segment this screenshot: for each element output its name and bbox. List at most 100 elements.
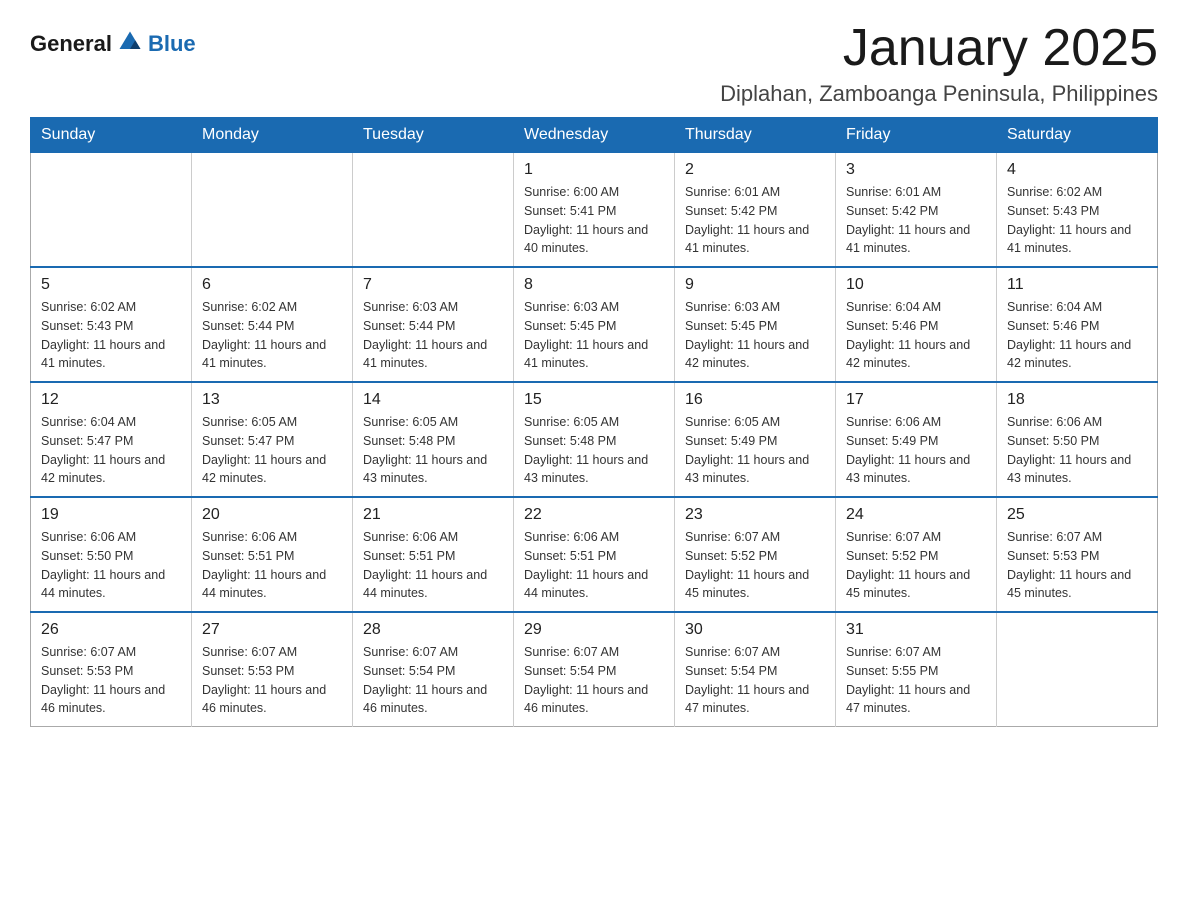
location-subtitle: Diplahan, Zamboanga Peninsula, Philippin… (720, 81, 1158, 107)
day-info: Sunrise: 6:07 AMSunset: 5:53 PMDaylight:… (202, 643, 342, 718)
day-info: Sunrise: 6:07 AMSunset: 5:53 PMDaylight:… (1007, 528, 1147, 603)
day-number: 20 (202, 506, 342, 524)
day-number: 17 (846, 391, 986, 409)
calendar-day-cell: 20 Sunrise: 6:06 AMSunset: 5:51 PMDayligh… (192, 497, 353, 612)
day-info: Sunrise: 6:00 AMSunset: 5:41 PMDaylight:… (524, 183, 664, 258)
calendar-week-row: 1 Sunrise: 6:00 AMSunset: 5:41 PMDaylight… (31, 153, 1158, 268)
day-number: 9 (685, 276, 825, 294)
day-number: 21 (363, 506, 503, 524)
day-info: Sunrise: 6:07 AMSunset: 5:54 PMDaylight:… (524, 643, 664, 718)
calendar-day-cell (192, 153, 353, 268)
page-header: General Blue January 2025 Diplahan, Zamb… (30, 20, 1158, 107)
title-block: January 2025 Diplahan, Zamboanga Peninsu… (720, 20, 1158, 107)
calendar-day-cell: 19Sunrise: 6:06 AMSunset: 5:50 PMDayligh… (31, 497, 192, 612)
calendar-day-header: Sunday (31, 118, 192, 153)
calendar-day-cell (31, 153, 192, 268)
calendar-day-cell: 7 Sunrise: 6:03 AMSunset: 5:44 PMDaylight… (353, 267, 514, 382)
day-number: 29 (524, 621, 664, 639)
day-info: Sunrise: 6:05 AMSunset: 5:49 PMDaylight:… (685, 413, 825, 488)
day-number: 1 (524, 161, 664, 179)
day-info: Sunrise: 6:03 AMSunset: 5:44 PMDaylight:… (363, 298, 503, 373)
day-number: 16 (685, 391, 825, 409)
day-info: Sunrise: 6:04 AMSunset: 5:46 PMDaylight:… (1007, 298, 1147, 373)
calendar-day-header: Thursday (675, 118, 836, 153)
calendar-day-cell: 15 Sunrise: 6:05 AMSunset: 5:48 PMDayligh… (514, 382, 675, 497)
calendar-day-cell: 22Sunrise: 6:06 AMSunset: 5:51 PMDayligh… (514, 497, 675, 612)
day-info: Sunrise: 6:07 AMSunset: 5:54 PMDaylight:… (685, 643, 825, 718)
calendar-day-cell: 14Sunrise: 6:05 AMSunset: 5:48 PMDayligh… (353, 382, 514, 497)
day-info: Sunrise: 6:07 AMSunset: 5:52 PMDaylight:… (685, 528, 825, 603)
day-info: Sunrise: 6:07 AMSunset: 5:55 PMDaylight:… (846, 643, 986, 718)
day-number: 4 (1007, 161, 1147, 179)
day-number: 24 (846, 506, 986, 524)
calendar-day-cell: 9Sunrise: 6:03 AMSunset: 5:45 PMDaylight… (675, 267, 836, 382)
calendar-day-cell: 12 Sunrise: 6:04 AMSunset: 5:47 PMDayligh… (31, 382, 192, 497)
day-number: 2 (685, 161, 825, 179)
calendar-day-cell: 8 Sunrise: 6:03 AMSunset: 5:45 PMDaylight… (514, 267, 675, 382)
day-number: 28 (363, 621, 503, 639)
calendar-day-cell: 21 Sunrise: 6:06 AMSunset: 5:51 PMDayligh… (353, 497, 514, 612)
calendar-day-cell: 24 Sunrise: 6:07 AMSunset: 5:52 PMDayligh… (836, 497, 997, 612)
calendar-day-cell: 11 Sunrise: 6:04 AMSunset: 5:46 PMDayligh… (997, 267, 1158, 382)
calendar-day-cell: 18 Sunrise: 6:06 AMSunset: 5:50 PMDayligh… (997, 382, 1158, 497)
calendar-day-header: Friday (836, 118, 997, 153)
day-number: 14 (363, 391, 503, 409)
day-info: Sunrise: 6:02 AMSunset: 5:43 PMDaylight:… (1007, 183, 1147, 258)
day-number: 11 (1007, 276, 1147, 294)
calendar-day-header: Wednesday (514, 118, 675, 153)
calendar-week-row: 19Sunrise: 6:06 AMSunset: 5:50 PMDayligh… (31, 497, 1158, 612)
logo-blue-text: Blue (148, 31, 196, 57)
calendar-day-cell: 29 Sunrise: 6:07 AMSunset: 5:54 PMDayligh… (514, 612, 675, 727)
calendar-header-row: SundayMondayTuesdayWednesdayThursdayFrid… (31, 118, 1158, 153)
calendar-day-cell: 17 Sunrise: 6:06 AMSunset: 5:49 PMDayligh… (836, 382, 997, 497)
calendar-day-cell: 23Sunrise: 6:07 AMSunset: 5:52 PMDayligh… (675, 497, 836, 612)
day-number: 18 (1007, 391, 1147, 409)
day-info: Sunrise: 6:06 AMSunset: 5:51 PMDaylight:… (363, 528, 503, 603)
calendar-day-cell: 1 Sunrise: 6:00 AMSunset: 5:41 PMDaylight… (514, 153, 675, 268)
day-info: Sunrise: 6:07 AMSunset: 5:52 PMDaylight:… (846, 528, 986, 603)
day-info: Sunrise: 6:01 AMSunset: 5:42 PMDaylight:… (685, 183, 825, 258)
calendar-day-cell (353, 153, 514, 268)
day-number: 10 (846, 276, 986, 294)
calendar-day-cell: 5Sunrise: 6:02 AMSunset: 5:43 PMDaylight… (31, 267, 192, 382)
calendar-day-cell: 26 Sunrise: 6:07 AMSunset: 5:53 PMDayligh… (31, 612, 192, 727)
day-number: 25 (1007, 506, 1147, 524)
month-title: January 2025 (720, 20, 1158, 77)
calendar-week-row: 12 Sunrise: 6:04 AMSunset: 5:47 PMDayligh… (31, 382, 1158, 497)
calendar-day-cell: 16 Sunrise: 6:05 AMSunset: 5:49 PMDayligh… (675, 382, 836, 497)
day-info: Sunrise: 6:07 AMSunset: 5:53 PMDaylight:… (41, 643, 181, 718)
day-info: Sunrise: 6:01 AMSunset: 5:42 PMDaylight:… (846, 183, 986, 258)
day-number: 7 (363, 276, 503, 294)
day-number: 30 (685, 621, 825, 639)
day-info: Sunrise: 6:06 AMSunset: 5:49 PMDaylight:… (846, 413, 986, 488)
calendar-day-cell: 13 Sunrise: 6:05 AMSunset: 5:47 PMDayligh… (192, 382, 353, 497)
day-number: 12 (41, 391, 181, 409)
day-info: Sunrise: 6:03 AMSunset: 5:45 PMDaylight:… (524, 298, 664, 373)
day-info: Sunrise: 6:06 AMSunset: 5:50 PMDaylight:… (41, 528, 181, 603)
day-number: 26 (41, 621, 181, 639)
calendar-day-cell: 30 Sunrise: 6:07 AMSunset: 5:54 PMDayligh… (675, 612, 836, 727)
calendar-day-header: Tuesday (353, 118, 514, 153)
day-info: Sunrise: 6:05 AMSunset: 5:47 PMDaylight:… (202, 413, 342, 488)
calendar-day-header: Saturday (997, 118, 1158, 153)
day-number: 27 (202, 621, 342, 639)
day-info: Sunrise: 6:04 AMSunset: 5:47 PMDaylight:… (41, 413, 181, 488)
day-number: 13 (202, 391, 342, 409)
calendar-day-cell: 31 Sunrise: 6:07 AMSunset: 5:55 PMDayligh… (836, 612, 997, 727)
day-info: Sunrise: 6:02 AMSunset: 5:44 PMDaylight:… (202, 298, 342, 373)
day-info: Sunrise: 6:06 AMSunset: 5:50 PMDaylight:… (1007, 413, 1147, 488)
day-number: 5 (41, 276, 181, 294)
calendar-table: SundayMondayTuesdayWednesdayThursdayFrid… (30, 117, 1158, 727)
calendar-day-cell: 2 Sunrise: 6:01 AMSunset: 5:42 PMDaylight… (675, 153, 836, 268)
calendar-week-row: 26 Sunrise: 6:07 AMSunset: 5:53 PMDayligh… (31, 612, 1158, 727)
day-info: Sunrise: 6:05 AMSunset: 5:48 PMDaylight:… (524, 413, 664, 488)
calendar-day-cell: 27 Sunrise: 6:07 AMSunset: 5:53 PMDayligh… (192, 612, 353, 727)
day-number: 22 (524, 506, 664, 524)
day-number: 8 (524, 276, 664, 294)
day-number: 31 (846, 621, 986, 639)
calendar-day-cell: 3Sunrise: 6:01 AMSunset: 5:42 PMDaylight… (836, 153, 997, 268)
day-info: Sunrise: 6:07 AMSunset: 5:54 PMDaylight:… (363, 643, 503, 718)
day-number: 15 (524, 391, 664, 409)
day-number: 6 (202, 276, 342, 294)
day-info: Sunrise: 6:06 AMSunset: 5:51 PMDaylight:… (202, 528, 342, 603)
